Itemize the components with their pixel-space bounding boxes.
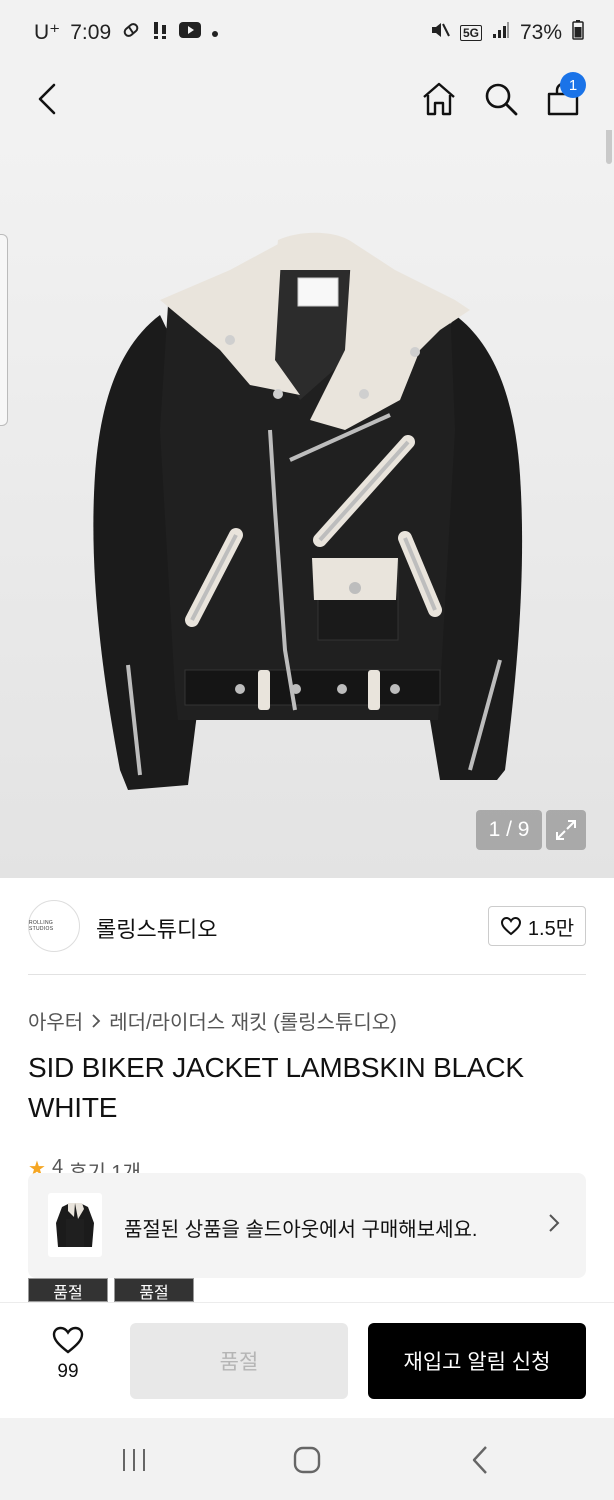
- pill-icon: [121, 20, 141, 45]
- mute-icon: [430, 20, 450, 46]
- home-button[interactable]: [414, 74, 464, 124]
- brand-logo[interactable]: ROLLING STUDIOS: [28, 900, 80, 952]
- chevron-right-icon: [92, 1013, 101, 1028]
- back-chevron-icon: [472, 1446, 487, 1474]
- brand-name[interactable]: 롤링스튜디오: [96, 912, 217, 944]
- brand-like-button[interactable]: 1.5만: [488, 906, 586, 946]
- restock-alert-button[interactable]: 재입고 알림 신청: [368, 1323, 586, 1399]
- signal-icon: [492, 21, 510, 45]
- top-nav: 1: [0, 68, 614, 130]
- image-page-counter: 1 / 9: [476, 810, 542, 850]
- thumbnail-item[interactable]: 품절: [28, 1278, 108, 1302]
- divider: [28, 974, 586, 975]
- chevron-right-icon: [548, 1213, 560, 1238]
- brand-like-count: 1.5만: [527, 917, 575, 940]
- cart-button[interactable]: 1: [538, 72, 588, 124]
- bottom-action-bar: 99 품절 재입고 알림 신청: [0, 1302, 614, 1418]
- wishlist-button[interactable]: 99: [40, 1325, 96, 1395]
- product-title: SID BIKER JACKET LAMBSKIN BLACK WHITE: [28, 1052, 524, 1123]
- heart-icon: [500, 916, 521, 936]
- recent-apps-button[interactable]: [112, 1438, 156, 1482]
- heart-icon: [52, 1326, 84, 1354]
- soldout-banner-text: 품절된 상품을 솔드아웃에서 구매해보세요.: [124, 1219, 478, 1241]
- status-time: 7:09: [70, 20, 112, 44]
- wishlist-count: 99: [57, 1361, 79, 1382]
- status-bar: U⁺ 7:09 5G 73%: [0, 0, 614, 68]
- home-circle-icon: [293, 1446, 321, 1474]
- brand-row: ROLLING STUDIOS 롤링스튜디오 1.5만: [28, 898, 586, 954]
- status-left: U⁺ 7:09: [34, 20, 219, 45]
- product-image[interactable]: [0, 130, 614, 878]
- cart-count-badge: 1: [560, 72, 586, 98]
- carrier-label: U⁺: [34, 21, 61, 44]
- expand-icon: [556, 820, 576, 840]
- system-back-button[interactable]: [458, 1438, 502, 1482]
- home-icon: [423, 82, 455, 116]
- search-icon: [485, 83, 518, 116]
- breadcrumb-subcategory[interactable]: 레더/라이더스 재킷 (롤링스튜디오): [109, 1006, 397, 1035]
- dot-icon: [211, 22, 219, 43]
- brand-logo-text: ROLLING STUDIOS: [29, 920, 54, 932]
- expand-button[interactable]: [546, 810, 586, 850]
- recent-apps-icon: [123, 1449, 145, 1471]
- home-system-button[interactable]: [285, 1438, 329, 1482]
- youtube-icon: [179, 22, 202, 43]
- breadcrumb-category[interactable]: 아우터: [28, 1006, 83, 1035]
- system-nav-bar: [0, 1418, 614, 1500]
- status-right: 5G 73%: [430, 20, 584, 46]
- thumbnail-strip: 품절 품절: [28, 1278, 196, 1302]
- banner-thumbnail: [48, 1193, 102, 1257]
- breadcrumb: 아우터 레더/라이더스 재킷 (롤링스튜디오): [28, 1006, 397, 1035]
- back-button[interactable]: [22, 74, 72, 124]
- battery-label: 73%: [519, 21, 562, 44]
- product-gallery[interactable]: 1 / 9: [0, 130, 614, 878]
- network-label: 5G: [459, 25, 482, 41]
- alert-icon: [151, 20, 169, 45]
- soldout-banner[interactable]: 품절된 상품을 솔드아웃에서 구매해보세요.: [28, 1173, 586, 1278]
- soldout-button[interactable]: 품절: [130, 1323, 348, 1399]
- thumbnail-item[interactable]: 품절: [114, 1278, 194, 1302]
- search-button[interactable]: [476, 74, 526, 124]
- back-arrow-icon: [38, 83, 56, 115]
- battery-icon: [572, 20, 584, 46]
